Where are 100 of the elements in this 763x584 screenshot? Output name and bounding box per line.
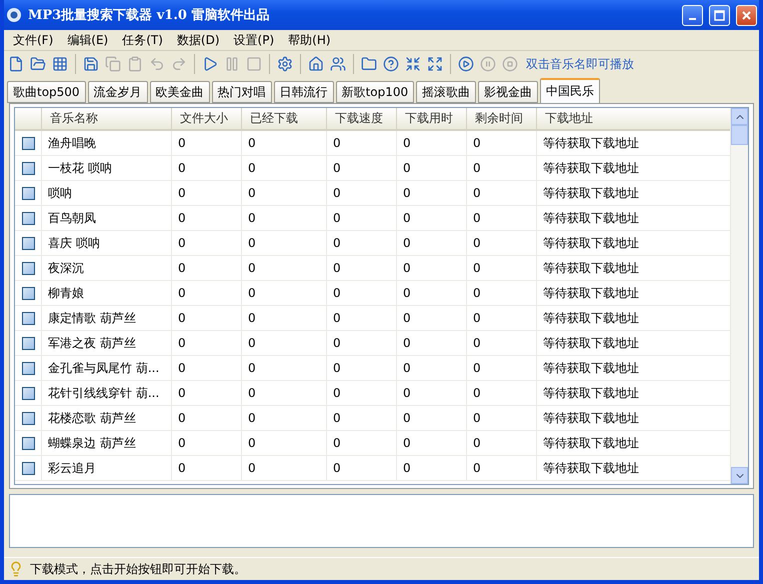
- row-checkbox[interactable]: [22, 186, 34, 200]
- table-cell: 0: [396, 281, 466, 305]
- row-checkbox[interactable]: [22, 312, 34, 324]
- table-cell: 0: [466, 231, 536, 255]
- table-cell: 0: [466, 306, 536, 330]
- table-cell: 0: [466, 181, 536, 205]
- row-checkbox[interactable]: [22, 212, 34, 224]
- menu-item[interactable]: 编辑(E): [60, 32, 116, 48]
- scroll-up-button[interactable]: [731, 108, 748, 125]
- column-header[interactable]: 下载速度: [326, 108, 396, 129]
- table-cell: 喜庆 唢呐: [41, 231, 171, 255]
- table-cell: 0: [171, 231, 241, 255]
- table-cell: 0: [171, 281, 241, 305]
- table-cell: 0: [241, 231, 326, 255]
- table-cell: 0: [396, 156, 466, 180]
- table-cell: 0: [396, 431, 466, 455]
- table-cell: 0: [171, 381, 241, 405]
- play-hint: 双击音乐名即可播放: [526, 56, 634, 72]
- category-tab[interactable]: 新歌top100: [336, 81, 414, 103]
- row-checkbox[interactable]: [22, 336, 34, 350]
- table-cell: 0: [326, 431, 396, 455]
- category-tab[interactable]: 日韩流行: [274, 81, 334, 103]
- table-cell: 金孔雀与凤尾竹 葫...: [41, 356, 171, 380]
- column-header[interactable]: 已经下载: [241, 108, 326, 129]
- table-cell: 0: [396, 231, 466, 255]
- menu-item[interactable]: 数据(D): [170, 32, 227, 48]
- column-header[interactable]: 文件大小: [171, 108, 241, 129]
- table-cell: 0: [326, 356, 396, 380]
- close-icon: [741, 10, 752, 20]
- close-button[interactable]: [736, 4, 757, 26]
- table-cell: 夜深沉: [41, 256, 171, 280]
- table-cell: 0: [326, 281, 396, 305]
- table-cell: 0: [171, 206, 241, 230]
- row-checkbox[interactable]: [22, 362, 34, 374]
- table-cell: 0: [466, 356, 536, 380]
- row-checkbox[interactable]: [22, 286, 34, 300]
- table-cell: 0: [396, 356, 466, 380]
- category-tab[interactable]: 热门对唱: [212, 81, 272, 103]
- table-cell: 0: [241, 206, 326, 230]
- table-cell: 0: [466, 206, 536, 230]
- play-button[interactable]: [456, 54, 476, 74]
- column-header[interactable]: 音乐名称: [41, 108, 171, 129]
- row-checkbox[interactable]: [22, 162, 34, 174]
- app-logo-icon: [6, 7, 22, 23]
- table-cell: 0: [396, 456, 466, 480]
- table-cell: 0: [241, 431, 326, 455]
- minimize-button[interactable]: [682, 4, 703, 26]
- table-cell: 花针引线线穿针 葫...: [41, 381, 171, 405]
- help-button[interactable]: [381, 54, 401, 74]
- table-cell: 蝴蝶泉边 葫芦丝: [41, 431, 171, 455]
- table-cell: 彩云追月: [41, 456, 171, 480]
- table-cell: 0: [396, 131, 466, 155]
- table-cell: 渔舟唱晚: [41, 131, 171, 155]
- column-header[interactable]: 剩余时间: [466, 108, 536, 129]
- category-tab[interactable]: 欧美金曲: [150, 81, 210, 103]
- row-checkbox[interactable]: [22, 462, 34, 474]
- table-cell: 0: [396, 206, 466, 230]
- table-cell: 0: [326, 156, 396, 180]
- row-checkbox[interactable]: [22, 262, 34, 274]
- row-checkbox[interactable]: [22, 412, 34, 424]
- table-cell: 0: [466, 256, 536, 280]
- table-cell: 0: [396, 406, 466, 430]
- table-cell: 0: [171, 256, 241, 280]
- scroll-thumb[interactable]: [731, 125, 748, 145]
- menu-item[interactable]: 任务(T): [115, 32, 170, 48]
- table-cell: 0: [171, 431, 241, 455]
- table-cell: 0: [396, 256, 466, 280]
- table-cell: 一枝花 唢呐: [41, 156, 171, 180]
- table-cell: 0: [466, 281, 536, 305]
- menu-item[interactable]: 文件(F): [6, 32, 60, 48]
- table-cell: 0: [241, 281, 326, 305]
- table-cell: 柳青娘: [41, 281, 171, 305]
- menu-item[interactable]: 设置(P): [226, 32, 282, 48]
- table-cell: 0: [326, 256, 396, 280]
- table-cell: 0: [326, 181, 396, 205]
- table-cell: 唢呐: [41, 181, 171, 205]
- menu-item[interactable]: 帮助(H): [281, 32, 338, 48]
- table-cell: 0: [466, 431, 536, 455]
- row-checkbox[interactable]: [22, 136, 34, 150]
- table-cell: 0: [396, 331, 466, 355]
- category-tab[interactable]: 中国民乐: [540, 78, 600, 103]
- category-tab[interactable]: 摇滚歌曲: [416, 81, 476, 103]
- row-checkbox[interactable]: [22, 436, 34, 450]
- table-cell: 0: [241, 181, 326, 205]
- scroll-down-button[interactable]: [731, 467, 748, 484]
- table-cell: 0: [171, 406, 241, 430]
- row-checkbox[interactable]: [22, 386, 34, 400]
- table-cell: 0: [326, 206, 396, 230]
- maximize-button[interactable]: [709, 4, 730, 26]
- table-cell: 0: [326, 381, 396, 405]
- category-tab[interactable]: 流金岁月: [88, 81, 148, 103]
- table-cell: 0: [241, 156, 326, 180]
- table-cell: 0: [171, 306, 241, 330]
- table-cell: 百鸟朝凤: [41, 206, 171, 230]
- column-header[interactable]: 下载用时: [396, 108, 466, 129]
- table-cell: 花楼恋歌 葫芦丝: [41, 406, 171, 430]
- category-tab[interactable]: 歌曲top500: [7, 81, 86, 103]
- status-text: 下载模式，点击开始按钮即可开始下载。: [30, 560, 246, 578]
- category-tab[interactable]: 影视金曲: [478, 81, 538, 103]
- row-checkbox[interactable]: [22, 236, 34, 250]
